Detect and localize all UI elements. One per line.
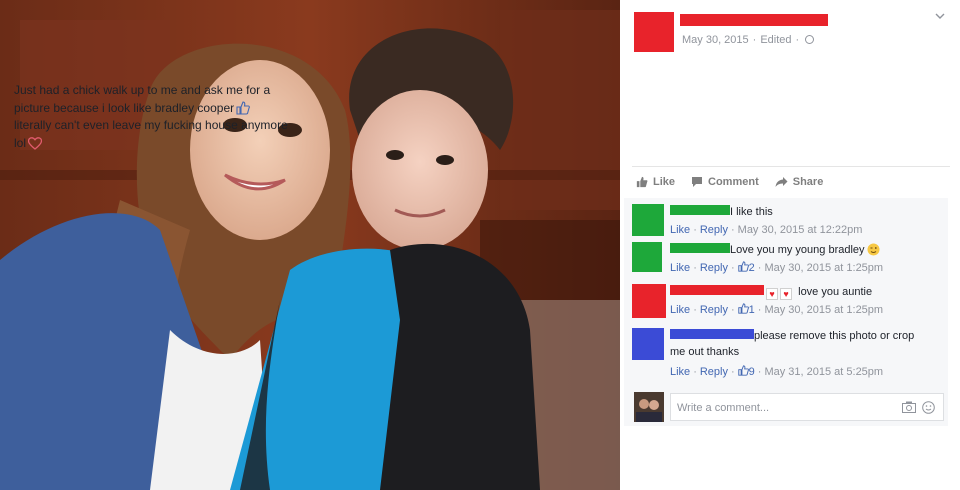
comment-body: I like this Like · Reply · May 30, 2015 at 1… bbox=[670, 204, 862, 238]
comment-timestamp[interactable]: May 30, 2015 at 1:25pm bbox=[764, 304, 883, 316]
comment-text: love you auntie bbox=[798, 286, 873, 298]
commenter-avatar-redacted[interactable] bbox=[632, 204, 664, 236]
edited-label[interactable]: Edited bbox=[760, 34, 791, 46]
heart-icon bbox=[28, 136, 43, 150]
comment-body-continued: me out thanks Like · Reply · 9 · May 31, 2015 … bbox=[670, 344, 883, 380]
author-name-redacted[interactable] bbox=[680, 14, 828, 26]
comment-links: Like · Reply · 9 · May 31, 2015 at 5:25pm bbox=[670, 365, 884, 378]
commenter-avatar-redacted[interactable] bbox=[632, 242, 662, 272]
comment-icon bbox=[692, 176, 703, 187]
comment-text: please remove this photo or crop bbox=[754, 330, 915, 342]
post-photo[interactable] bbox=[0, 0, 620, 490]
comment-timestamp[interactable]: May 31, 2015 at 5:25pm bbox=[764, 366, 883, 378]
comment-input-icons bbox=[902, 401, 935, 414]
comment-timestamp[interactable]: May 30, 2015 at 12:22pm bbox=[738, 224, 863, 236]
share-button[interactable]: Share bbox=[775, 175, 824, 188]
share-label: Share bbox=[792, 175, 824, 188]
post-actions: Like Comment Share bbox=[632, 166, 950, 196]
author-avatar-redacted[interactable] bbox=[634, 12, 674, 52]
current-user-avatar[interactable] bbox=[634, 392, 664, 422]
comment-like-link[interactable]: Like bbox=[670, 262, 690, 274]
comment-reply-link[interactable]: Reply bbox=[700, 366, 728, 378]
comment-text: Love you my young bradley bbox=[730, 244, 865, 256]
comment-links: Like · Reply · May 30, 2015 at 12:22pm bbox=[670, 224, 863, 236]
chevron-down-icon[interactable] bbox=[934, 10, 946, 22]
comment-text: I like this bbox=[730, 206, 773, 218]
comment-like-link[interactable]: Like bbox=[670, 366, 690, 378]
comment-links: Like · Reply · 2 · May 30, 2015 at 1:25pm bbox=[670, 261, 884, 274]
post-header: May 30, 2015 · Edited · bbox=[620, 0, 960, 60]
thumbs-up-icon bbox=[737, 365, 749, 376]
post-text-line: picture because i look like bradley coop… bbox=[14, 100, 332, 118]
post-meta: May 30, 2015 · Edited · bbox=[682, 34, 815, 46]
comment-reply-link[interactable]: Reply bbox=[700, 304, 728, 316]
comment-like-count[interactable]: 1 bbox=[737, 303, 755, 316]
thumbs-up-icon bbox=[737, 303, 749, 314]
thumbs-up-icon bbox=[236, 100, 250, 115]
commenter-name-redacted[interactable] bbox=[670, 285, 764, 295]
emoji-icon[interactable] bbox=[922, 401, 935, 414]
thumbs-up-icon bbox=[636, 176, 648, 187]
like-label: Like bbox=[653, 175, 676, 188]
commenter-avatar-redacted[interactable] bbox=[632, 284, 666, 318]
comment-text: me out thanks bbox=[670, 346, 740, 358]
comment-item: ♥ ♥ love you auntie Like · Reply · 1 · May 30, … bbox=[632, 284, 942, 320]
like-button[interactable]: Like bbox=[636, 176, 675, 188]
commenter-name-redacted[interactable] bbox=[670, 243, 730, 253]
heart-emoji-icon: ♥ bbox=[766, 288, 778, 300]
comment-body: Love you my young bradley Like · Reply · 2 · M… bbox=[670, 242, 883, 276]
post-text: Just had a chick walk up to me and ask m… bbox=[14, 82, 332, 152]
comment-reply-link[interactable]: Reply bbox=[700, 224, 728, 236]
thumbs-up-icon bbox=[737, 261, 749, 272]
heart-emoji-icon: ♥ bbox=[780, 288, 792, 300]
post-date[interactable]: May 30, 2015 bbox=[682, 34, 749, 46]
comment-button[interactable]: Comment bbox=[691, 176, 759, 188]
comment-links: Like · Reply · 1 · May 30, 2015 at 1:25pm bbox=[670, 303, 884, 316]
comment-body: please remove this photo or crop bbox=[670, 328, 914, 344]
comment-label: Comment bbox=[708, 175, 759, 188]
commenter-name-redacted[interactable] bbox=[670, 205, 730, 215]
camera-icon[interactable] bbox=[902, 401, 916, 413]
comment-like-link[interactable]: Like bbox=[670, 224, 690, 236]
comment-input-placeholder: Write a comment... bbox=[677, 402, 770, 414]
comment-like-count[interactable]: 9 bbox=[737, 365, 755, 378]
comments-section: I like this Like · Reply · May 30, 2015 at 1… bbox=[624, 198, 948, 426]
photo-illustration bbox=[0, 0, 620, 490]
post-text-line: literally can't even leave my fucking ho… bbox=[14, 118, 288, 132]
comment-item: I like this Like · Reply · May 30, 2015 at 1… bbox=[632, 204, 942, 240]
comment-input-box[interactable]: Write a comment... bbox=[670, 393, 944, 421]
comment-like-count[interactable]: 2 bbox=[737, 261, 755, 274]
share-icon bbox=[775, 176, 788, 187]
comment-reply-link[interactable]: Reply bbox=[700, 262, 728, 274]
globe-icon[interactable] bbox=[805, 35, 815, 44]
comment-timestamp[interactable]: May 30, 2015 at 1:25pm bbox=[764, 262, 883, 274]
wink-emoji-icon bbox=[867, 243, 880, 256]
commenter-name-redacted[interactable] bbox=[670, 329, 754, 339]
post-text-line: Just had a chick walk up to me and ask m… bbox=[14, 83, 271, 97]
comment-body: ♥ ♥ love you auntie Like · Reply · 1 · May 30, … bbox=[670, 284, 883, 318]
comment-item: please remove this photo or crop me out … bbox=[632, 328, 942, 380]
comment-like-link[interactable]: Like bbox=[670, 304, 690, 316]
commenter-avatar-redacted[interactable] bbox=[632, 328, 664, 360]
comment-item: Love you my young bradley Like · Reply · 2 · M… bbox=[632, 242, 942, 278]
post-text-line: lol bbox=[14, 135, 332, 153]
